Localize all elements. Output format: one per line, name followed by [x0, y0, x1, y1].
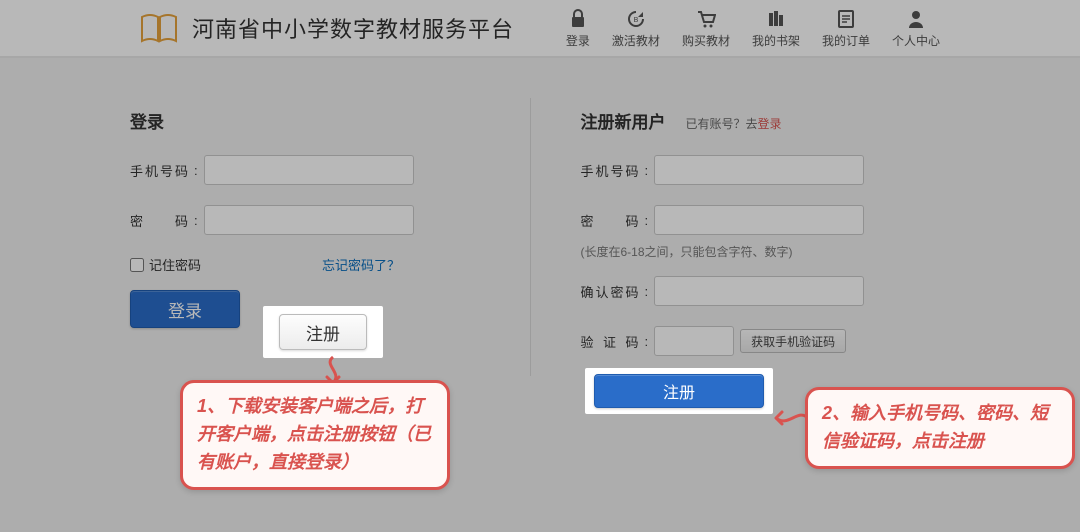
nav-profile[interactable]: 个人中心: [892, 8, 940, 49]
login-phone-label: 手机号码: [130, 161, 188, 180]
header-nav: 登录 B 激活教材 购买教材 我的书架 我的订单: [566, 8, 940, 49]
nav-label: 我的订单: [822, 32, 870, 49]
register-submit-button[interactable]: 注册: [594, 374, 764, 408]
order-icon: [837, 8, 855, 30]
book-icon: [140, 13, 178, 43]
shelf-icon: [766, 8, 786, 30]
register-phone-label: 手机号码: [581, 161, 639, 180]
register-password-row: 密 码:: [581, 205, 951, 235]
register-code-label: 验 证 码: [581, 332, 639, 351]
svg-text:B: B: [634, 17, 639, 24]
login-phone-input[interactable]: [204, 155, 414, 185]
login-password-input[interactable]: [204, 205, 414, 235]
get-code-button[interactable]: 获取手机验证码: [740, 329, 846, 353]
register-phone-row: 手机号码:: [581, 155, 951, 185]
register-code-row: 验 证 码: 获取手机验证码: [581, 326, 951, 356]
register-code-input[interactable]: [654, 326, 734, 356]
cart-icon: [696, 8, 716, 30]
nav-shelf[interactable]: 我的书架: [752, 8, 800, 49]
submit-highlight: 注册: [585, 368, 773, 414]
register-password-input[interactable]: [654, 205, 864, 235]
nav-label: 购买教材: [682, 32, 730, 49]
nav-label: 登录: [566, 32, 590, 49]
go-login-link[interactable]: 登录: [758, 117, 782, 131]
login-password-label: 密 码: [130, 211, 188, 230]
login-password-row: 密 码:: [130, 205, 500, 235]
register-panel: 注册新用户 已有账号？去登录 手机号码: 密 码: (长度在6-18之间，只能包…: [531, 98, 981, 376]
login-options-row: 记住密码 忘记密码了？: [130, 255, 400, 274]
remember-label: 记住密码: [149, 255, 201, 274]
nav-activate[interactable]: B 激活教材: [612, 8, 660, 49]
site-title: 河南省中小学数字教材服务平台: [192, 12, 514, 44]
user-icon: [907, 8, 925, 30]
register-button[interactable]: 注册: [279, 314, 367, 350]
nav-label: 我的书架: [752, 32, 800, 49]
site-header: 河南省中小学数字教材服务平台 登录 B 激活教材 购买教材 我的书架: [0, 0, 1080, 56]
annotation-1: 1、下载安装客户端之后，打开客户端，点击注册按钮（已有账户，直接登录）: [180, 380, 450, 490]
register-password-label: 密 码: [581, 211, 639, 230]
nav-orders[interactable]: 我的订单: [822, 8, 870, 49]
nav-label: 激活教材: [612, 32, 660, 49]
register-confirm-input[interactable]: [654, 276, 864, 306]
nav-label: 个人中心: [892, 32, 940, 49]
forgot-password-link[interactable]: 忘记密码了？: [322, 255, 400, 274]
annotation-2: 2、输入手机号码、密码、短信验证码，点击注册: [805, 387, 1075, 469]
register-confirm-row: 确认密码:: [581, 276, 951, 306]
refresh-icon: B: [626, 8, 646, 30]
lock-icon: [569, 8, 587, 30]
annotation-arrow-2: [770, 403, 810, 433]
password-hint: (长度在6-18之间，只能包含字符、数字): [581, 243, 951, 260]
register-highlight: 注册: [263, 306, 383, 358]
nav-buy[interactable]: 购买教材: [682, 8, 730, 49]
main: 登录 手机号码: 密 码: 记住密码 忘记密码了？ 登录 注册新用户 已有账号？…: [0, 58, 1080, 376]
have-account-hint: 已有账号？去登录: [686, 115, 782, 132]
logo: 河南省中小学数字教材服务平台: [140, 12, 514, 44]
register-phone-input[interactable]: [654, 155, 864, 185]
login-title: 登录: [130, 108, 500, 133]
login-phone-row: 手机号码:: [130, 155, 500, 185]
remember-checkbox[interactable]: 记住密码: [130, 255, 201, 274]
nav-login[interactable]: 登录: [566, 8, 590, 49]
register-title: 注册新用户: [581, 108, 666, 133]
remember-checkbox-input[interactable]: [130, 258, 144, 272]
register-confirm-label: 确认密码: [581, 282, 639, 301]
login-button[interactable]: 登录: [130, 290, 240, 328]
